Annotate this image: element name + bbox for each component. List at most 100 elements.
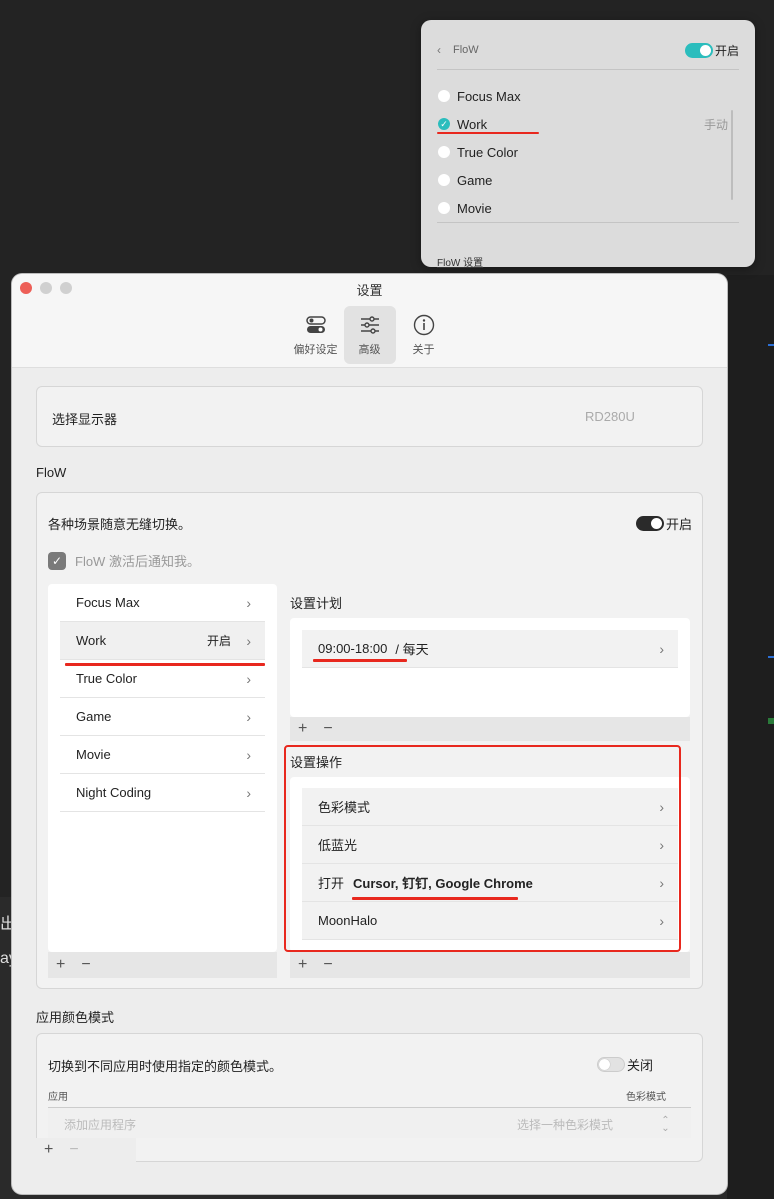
display-value: RD280U — [585, 409, 635, 424]
app-color-description: 切换到不同应用时使用指定的颜色模式。 — [48, 1059, 283, 1074]
chevron-right-icon: › — [246, 708, 251, 725]
scene-state: 开启 — [206, 634, 231, 648]
toggles-icon — [305, 314, 327, 336]
flow-popover: ‹ FloW 开启 Focus Max ✓ Work 手动 True Color… — [421, 20, 755, 269]
tab-label: 偏好设定 — [293, 344, 338, 356]
column-header-color-mode: 色彩模式 — [626, 1092, 666, 1103]
divider — [437, 222, 739, 223]
remove-scene-button[interactable]: − — [81, 956, 90, 974]
background-accent-line — [768, 656, 774, 658]
notify-label: FloW 激活后通知我。 — [75, 554, 200, 569]
checkbox-checked-icon[interactable]: ✓ — [48, 551, 66, 570]
schedule-row[interactable]: 09:00-18:00 / 每天 › — [302, 630, 678, 668]
add-schedule-button[interactable]: + — [298, 720, 307, 738]
divider — [437, 69, 739, 70]
scene-radio-list: Focus Max ✓ Work 手动 True Color Game Movi… — [438, 82, 728, 222]
settings-window: 设置 偏好设定 高级 关于 选择显示器 RD280U FloW 各种场景随意无缝… — [12, 274, 727, 1194]
chevron-right-icon: › — [246, 746, 251, 763]
scene-radio-game[interactable]: Game — [438, 166, 728, 194]
sliders-icon — [359, 314, 381, 336]
stepper-icon[interactable]: ⌃⌄ — [660, 1115, 671, 1131]
popover-header: ‹ FloW 开启 — [437, 40, 739, 60]
radio-icon — [438, 174, 450, 186]
scene-label: Game — [76, 709, 112, 724]
annotation-underline — [65, 663, 265, 666]
flow-section-title: FloW — [36, 465, 67, 480]
schedule-footer: + − — [290, 717, 690, 741]
scene-label: Work — [76, 633, 107, 648]
scene-label: Night Coding — [76, 785, 152, 800]
schedule-title: 设置计划 — [290, 596, 343, 611]
schedule-time: 09:00-18:00 — [318, 641, 388, 656]
schedule-panel: 09:00-18:00 / 每天 › — [290, 618, 690, 717]
app-color-section-title: 应用颜色模式 — [36, 1010, 115, 1025]
flow-toggle[interactable] — [684, 42, 713, 58]
scene-label: True Color — [76, 671, 137, 686]
background-accent-line — [768, 344, 774, 346]
radio-icon — [438, 90, 450, 102]
add-scene-button[interactable]: + — [56, 956, 65, 974]
remove-action-button[interactable]: − — [323, 956, 332, 974]
scene-label: Focus Max — [76, 595, 140, 610]
add-action-button[interactable]: + — [298, 956, 307, 974]
tab-advanced[interactable]: 高级 — [343, 306, 396, 364]
remove-schedule-button[interactable]: − — [323, 720, 332, 738]
app-color-footer: + − — [36, 1138, 136, 1162]
flow-toggle-group: 开启 — [636, 514, 692, 533]
scene-item-night-coding[interactable]: Night Coding › — [60, 774, 265, 812]
scene-item-movie[interactable]: Movie › — [60, 736, 265, 774]
display-selector[interactable]: 选择显示器 RD280U — [36, 386, 703, 447]
back-chevron-icon[interactable]: ‹ — [437, 43, 453, 57]
window-titlebar: 设置 偏好设定 高级 关于 — [12, 274, 727, 368]
add-app-placeholder[interactable]: 添加应用程序 — [64, 1116, 136, 1133]
scene-list-footer: + − — [48, 952, 277, 978]
tab-about[interactable]: 关于 — [396, 306, 452, 364]
flow-toggle[interactable] — [636, 516, 664, 531]
chevron-right-icon: › — [659, 640, 664, 657]
flow-settings-link[interactable]: FloW 设置 — [437, 254, 483, 269]
tab-label: 关于 — [412, 344, 435, 356]
chevron-right-icon: › — [246, 632, 251, 649]
annotation-box — [284, 745, 681, 952]
annotation-underline — [313, 659, 407, 662]
flow-description: 各种场景随意无缝切换。 — [48, 517, 192, 532]
annotation-underline — [437, 132, 539, 134]
window-title: 设置 — [356, 283, 383, 298]
app-color-row: 添加应用程序 选择一种色彩模式 ⌃⌄ — [48, 1108, 691, 1138]
scene-radio-focus-max[interactable]: Focus Max — [438, 82, 728, 110]
scene-radio-label: Game — [457, 172, 493, 188]
radio-icon — [438, 146, 450, 158]
radio-icon — [438, 202, 450, 214]
color-mode-select[interactable]: 选择一种色彩模式 — [517, 1116, 613, 1133]
scene-item-game[interactable]: Game › — [60, 698, 265, 736]
scene-radio-true-color[interactable]: True Color — [438, 138, 728, 166]
chevron-right-icon: › — [246, 670, 251, 687]
scene-item-focus-max[interactable]: Focus Max › — [60, 584, 265, 622]
scene-list: Focus Max › Work 开启 › True Color › Game … — [48, 584, 277, 952]
app-color-toggle[interactable] — [597, 1057, 625, 1072]
scrollbar[interactable] — [731, 110, 733, 200]
flow-toggle-label: 开启 — [714, 43, 739, 58]
background-window-strip — [727, 275, 774, 1199]
radio-checked-icon: ✓ — [438, 118, 450, 130]
scene-radio-movie[interactable]: Movie — [438, 194, 728, 222]
notify-checkbox-row[interactable]: ✓ FloW 激活后通知我。 — [48, 551, 200, 570]
remove-app-button[interactable]: − — [69, 1141, 78, 1159]
display-label: 选择显示器 — [52, 412, 118, 427]
actions-footer: + − — [290, 952, 690, 978]
scene-radio-label: Work — [457, 116, 488, 132]
app-color-toggle-group: 关闭 — [597, 1055, 653, 1074]
scene-radio-label: Movie — [457, 200, 492, 216]
add-app-button[interactable]: + — [44, 1141, 53, 1159]
scene-item-work[interactable]: Work 开启 › — [60, 622, 265, 660]
chevron-right-icon: › — [246, 784, 251, 801]
background-accent-dot — [768, 718, 774, 724]
column-header-app: 应用 — [48, 1092, 68, 1103]
tab-preferences[interactable]: 偏好设定 — [288, 306, 344, 364]
scene-radio-label: True Color — [457, 144, 518, 160]
flow-toggle-label: 开启 — [666, 517, 693, 532]
scene-radio-label: Focus Max — [457, 88, 521, 104]
info-icon — [413, 314, 435, 336]
manual-badge: 手动 — [703, 117, 728, 132]
scene-label: Movie — [76, 747, 111, 762]
